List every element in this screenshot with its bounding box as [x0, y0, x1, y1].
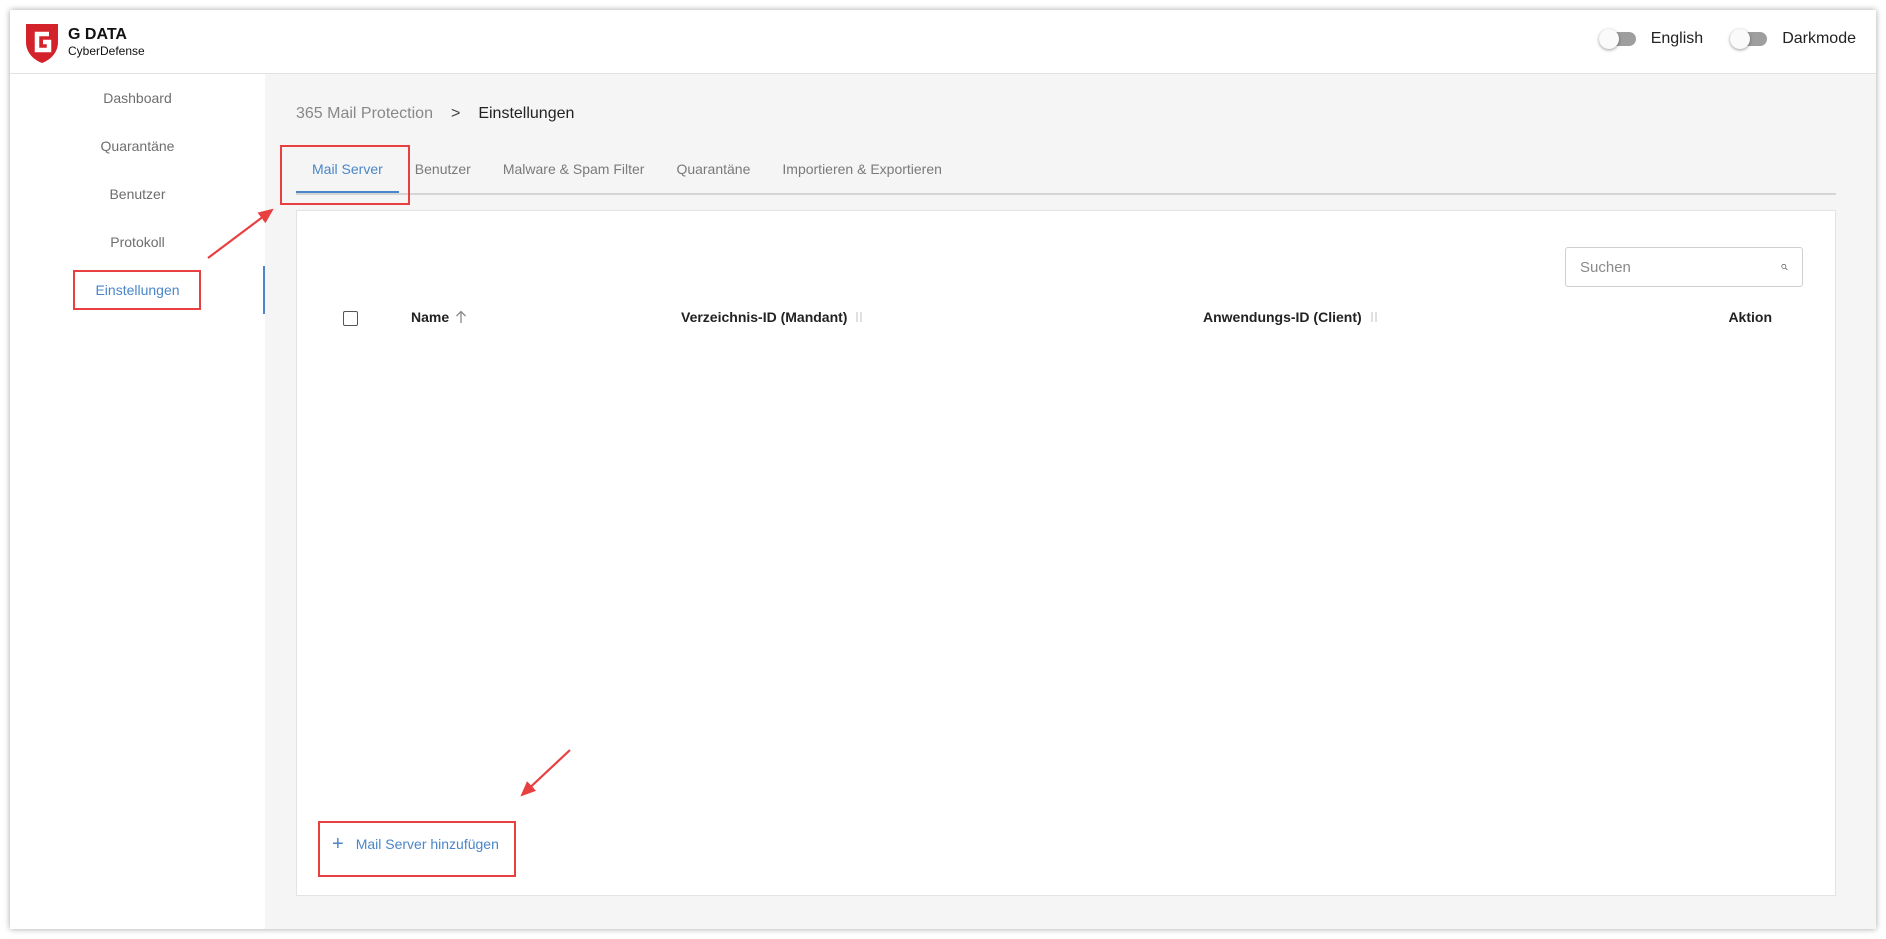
- sidebar-item-quarantine[interactable]: Quarantäne: [10, 122, 265, 170]
- sort-ascending-icon[interactable]: [455, 310, 467, 324]
- column-directory-id-label: Verzeichnis-ID (Mandant): [681, 309, 848, 325]
- tab-users[interactable]: Benutzer: [399, 148, 487, 191]
- column-name-label: Name: [411, 309, 450, 325]
- app-window: G DATA CyberDefense English Darkmode Das…: [10, 10, 1876, 929]
- language-switch[interactable]: [1598, 29, 1636, 49]
- tab-mail-server[interactable]: Mail Server: [296, 148, 399, 193]
- search-input[interactable]: [1578, 249, 1781, 285]
- tab-quarantine[interactable]: Quarantäne: [660, 148, 766, 191]
- sidebar-item-users[interactable]: Benutzer: [10, 170, 265, 218]
- sidebar-item-protocol[interactable]: Protokoll: [10, 218, 265, 266]
- sidebar-item-settings[interactable]: Einstellungen: [10, 266, 265, 314]
- breadcrumb-separator-icon: >: [450, 105, 461, 122]
- top-bar: G DATA CyberDefense English Darkmode: [10, 10, 1876, 74]
- logo[interactable]: G DATA CyberDefense: [24, 21, 145, 65]
- language-toggle[interactable]: English: [1598, 29, 1704, 49]
- column-application-id-label: Anwendungs-ID (Client): [1203, 309, 1362, 325]
- add-mail-server-label: Mail Server hinzufügen: [355, 836, 499, 852]
- darkmode-toggle[interactable]: Darkmode: [1730, 29, 1856, 49]
- sidebar-item-dashboard[interactable]: Dashboard: [10, 74, 265, 122]
- select-all-checkbox[interactable]: [343, 311, 358, 326]
- column-header-action: Aktion: [1728, 309, 1772, 325]
- sort-icon[interactable]: [1368, 310, 1380, 324]
- add-mail-server-button[interactable]: + Mail Server hinzufügen: [332, 833, 499, 855]
- column-header-directory-id[interactable]: Verzeichnis-ID (Mandant): [681, 309, 865, 325]
- breadcrumb-current: Einstellungen: [478, 105, 575, 122]
- search-box[interactable]: [1565, 247, 1803, 287]
- gdata-shield-icon: [26, 24, 58, 63]
- language-toggle-label: English: [1650, 30, 1704, 47]
- mail-server-panel: Name Verzeichnis-ID (Mandant) Anwendungs…: [296, 210, 1836, 896]
- breadcrumb: 365 Mail Protection > Einstellungen: [296, 105, 574, 123]
- column-header-application-id[interactable]: Anwendungs-ID (Client): [1203, 309, 1380, 325]
- main-content: 365 Mail Protection > Einstellungen Mail…: [265, 74, 1876, 929]
- tab-import-export[interactable]: Importieren & Exportieren: [766, 148, 958, 191]
- darkmode-switch[interactable]: [1730, 29, 1768, 49]
- table-header: Name Verzeichnis-ID (Mandant) Anwendungs…: [297, 307, 1835, 331]
- column-action-label: Aktion: [1728, 309, 1772, 325]
- breadcrumb-parent[interactable]: 365 Mail Protection: [296, 105, 433, 123]
- search-icon[interactable]: [1781, 256, 1788, 278]
- tab-bar: Mail Server Benutzer Malware & Spam Filt…: [296, 148, 1836, 195]
- darkmode-toggle-label: Darkmode: [1782, 30, 1856, 47]
- tab-malware-spam-filter[interactable]: Malware & Spam Filter: [487, 148, 661, 191]
- sort-icon[interactable]: [853, 310, 865, 324]
- top-toggles: English Darkmode: [1572, 29, 1856, 49]
- sidebar: Dashboard Quarantäne Benutzer Protokoll …: [10, 74, 265, 929]
- plus-icon: +: [332, 833, 344, 855]
- brand-name: G DATA: [68, 26, 127, 43]
- brand-subtitle: CyberDefense: [68, 44, 145, 58]
- column-header-name[interactable]: Name: [411, 309, 467, 325]
